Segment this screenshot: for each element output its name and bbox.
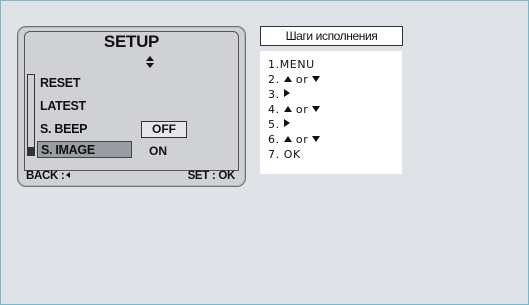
setup-title: SETUP: [103, 32, 160, 51]
step-4: 4. or: [268, 103, 321, 116]
step-5-number: 5.: [268, 118, 280, 131]
right-triangle-icon: [283, 89, 290, 97]
scrollbar-thumb[interactable]: [28, 147, 34, 155]
up-triangle-icon: [283, 76, 292, 82]
step-6-number: 6.: [268, 133, 280, 146]
option-on[interactable]: ON: [149, 144, 167, 158]
step-4-or: or: [295, 103, 309, 116]
down-triangle-icon: [312, 106, 321, 112]
steps-title: Шаги исполнения: [260, 26, 403, 46]
menu-item-s-image[interactable]: S. IMAGE: [37, 141, 132, 158]
down-triangle-icon: [312, 76, 321, 82]
setup-footer: BACK : SET : OK: [24, 170, 237, 184]
back-label: BACK :: [26, 170, 65, 182]
steps-list: 1.MENU 2. or 3. 4. or 5. 6. or 7. OK: [260, 51, 402, 174]
menu-item-reset[interactable]: RESET: [40, 76, 80, 90]
step-3-number: 3.: [268, 88, 280, 101]
up-triangle-icon: [283, 136, 292, 142]
step-3: 3.: [268, 88, 290, 101]
menu-scrollbar[interactable]: [27, 74, 35, 156]
option-off[interactable]: OFF: [141, 121, 187, 138]
step-1: 1.MENU: [268, 58, 315, 71]
right-triangle-icon: [283, 119, 290, 127]
menu-item-latest[interactable]: LATEST: [40, 99, 86, 113]
setup-header: SETUP: [24, 31, 239, 53]
up-triangle-icon: [283, 106, 292, 112]
camera-lcd-screen: SETUP RESET LATEST S. BEEP S. IMAGE OFF …: [17, 26, 246, 187]
step-2-or: or: [295, 73, 309, 86]
step-2-number: 2.: [268, 73, 280, 86]
step-2: 2. or: [268, 73, 321, 86]
step-7: 7. OK: [268, 148, 301, 161]
page-frame: SETUP RESET LATEST S. BEEP S. IMAGE OFF …: [0, 0, 529, 305]
step-6-or: or: [295, 133, 309, 146]
down-triangle-icon: [312, 136, 321, 142]
step-5: 5.: [268, 118, 290, 131]
set-ok-hint: SET : OK: [187, 170, 236, 182]
step-4-number: 4.: [268, 103, 280, 116]
up-down-arrows-icon: [146, 56, 154, 68]
menu-item-s-beep[interactable]: S. BEEP: [40, 122, 88, 136]
back-hint: BACK :: [26, 170, 71, 182]
left-arrow-icon: [66, 172, 71, 178]
step-6: 6. or: [268, 133, 321, 146]
setup-menu: RESET LATEST S. BEEP S. IMAGE OFF ON: [24, 52, 239, 171]
